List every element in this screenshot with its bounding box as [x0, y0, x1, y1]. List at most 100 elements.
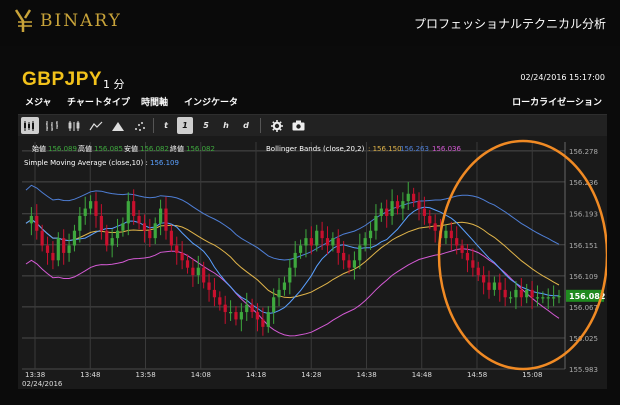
candle-body — [218, 297, 222, 305]
candle-body — [94, 201, 98, 216]
area-chart-icon[interactable] — [109, 117, 127, 134]
ohlc-value: 156.089 — [48, 145, 77, 153]
candle-body — [196, 267, 200, 276]
candle-body — [298, 245, 303, 253]
x-tick-label: 14:28 — [301, 371, 321, 379]
candle-body — [29, 215, 33, 224]
price-chart[interactable]: 156.278 156.236 156.193 156.151 156.109 156.0… — [18, 136, 609, 389]
candle-body — [56, 238, 60, 261]
candle-body — [223, 304, 227, 313]
candle-body — [347, 260, 351, 268]
candle-body — [158, 208, 163, 224]
candle-body — [530, 289, 534, 298]
candle-body — [546, 297, 550, 299]
candle-body — [164, 208, 168, 231]
line-chart-icon[interactable] — [87, 117, 105, 134]
candle-body — [137, 215, 141, 224]
candle-body — [121, 223, 125, 231]
candle-body — [261, 319, 265, 327]
candle-body — [390, 201, 394, 216]
gear-icon[interactable] — [269, 117, 285, 134]
candle-body — [72, 230, 77, 246]
brand-name: BINARY — [40, 11, 122, 31]
candlestick-chart-icon[interactable] — [21, 117, 39, 134]
candle-body — [175, 245, 179, 253]
indicator-lines — [25, 184, 560, 337]
candle-body — [228, 312, 233, 314]
camera-icon[interactable] — [290, 117, 306, 134]
chart-toolbar: t 1 5 h d — [18, 114, 607, 137]
chart-timestamp: 02/24/2016 15:17:00 — [520, 73, 605, 82]
chart-axes: 156.278 156.236 156.193 156.151 156.109 156.0… — [22, 142, 605, 388]
main-menu: メジャ チャートタイプ 時間軸 インジケータ ローカライゼーション — [0, 95, 620, 111]
bollinger-value: : 156.150 — [368, 145, 402, 153]
tab-timeframe-tick[interactable]: t — [158, 117, 174, 134]
x-tick-label: 13:38 — [25, 371, 45, 379]
candle-body — [460, 245, 464, 253]
candle-body — [304, 238, 308, 246]
bollinger-value: 156.036 — [432, 145, 461, 153]
x-tick-label: 14:48 — [412, 371, 432, 379]
candle-body — [272, 297, 276, 313]
y-tick-label: 156.067 — [569, 304, 598, 312]
toolbar-divider — [153, 118, 154, 133]
candle-body — [78, 215, 82, 231]
tab-timeframe-hour[interactable]: h — [218, 117, 234, 134]
candle-body — [492, 282, 496, 290]
candle-body — [336, 238, 340, 253]
chart-canvas[interactable]: 156.278 156.236 156.193 156.151 156.109 156.0… — [18, 136, 609, 389]
candle-body — [465, 252, 470, 261]
candle-body — [449, 230, 453, 239]
candle-body — [541, 297, 545, 299]
sma-label: Simple Moving Average (close,10) : — [24, 159, 148, 167]
tab-timeframe-minute[interactable]: 1 — [177, 117, 193, 134]
y-tick-label: 156.151 — [569, 242, 598, 250]
candle-body — [401, 201, 405, 209]
chart-header-labels: 始値 156.089 高値 156.085 安値 156.082 終値 156.082 Boll… — [24, 144, 461, 167]
hollow-candle-icon[interactable] — [65, 117, 83, 134]
menu-measure[interactable]: メジャ — [25, 95, 52, 108]
candle-body — [45, 245, 50, 253]
candle-body — [379, 208, 383, 216]
y-tick-label: 155.983 — [569, 366, 598, 374]
candle-body — [132, 201, 136, 216]
candle-body — [234, 312, 238, 320]
candle-body — [67, 245, 71, 253]
brand-logo[interactable]: BINARY — [14, 8, 122, 34]
tab-timeframe-day[interactable]: d — [238, 117, 254, 134]
menu-timeframe[interactable]: 時間軸 — [141, 95, 168, 108]
candle-body — [115, 230, 120, 239]
candle-body — [51, 252, 55, 261]
candle-body — [255, 312, 260, 320]
candle-body — [385, 208, 389, 216]
bollinger-value: 156.263 — [400, 145, 429, 153]
date-label: 02/24/2016 — [22, 380, 63, 388]
bollinger-label: Bollinger Bands (close,20,2) — [266, 145, 365, 153]
menu-localization[interactable]: ローカライゼーション — [512, 95, 602, 108]
instrument-symbol: GBPJPY — [22, 69, 103, 90]
candle-body — [471, 260, 475, 268]
candle-body — [288, 267, 292, 283]
candle-body — [487, 282, 491, 290]
candle-body — [212, 289, 217, 298]
candle-body — [320, 230, 324, 239]
candle-body — [207, 282, 211, 290]
y-tick-label: 156.278 — [569, 148, 598, 156]
menu-chart-type[interactable]: チャートタイプ — [67, 95, 130, 108]
ohlc-value: 156.082 — [140, 145, 169, 153]
candle-body — [277, 289, 281, 298]
candle-body — [153, 223, 157, 239]
candle-body — [110, 238, 114, 246]
page-tagline: プロフェッショナルテクニカル分析 — [413, 17, 606, 31]
dot-chart-icon[interactable] — [131, 117, 149, 134]
candle-body — [433, 223, 437, 231]
tab-timeframe-5min[interactable]: 5 — [198, 117, 214, 134]
candle-body — [293, 252, 297, 268]
candle-body — [368, 230, 373, 239]
candle-body — [358, 245, 362, 261]
candle-body — [514, 289, 518, 298]
ohlc-chart-icon[interactable] — [43, 117, 61, 134]
candle-body — [309, 238, 313, 246]
bollinger-upper-line — [25, 184, 560, 261]
menu-indicators[interactable]: インジケータ — [184, 95, 238, 108]
